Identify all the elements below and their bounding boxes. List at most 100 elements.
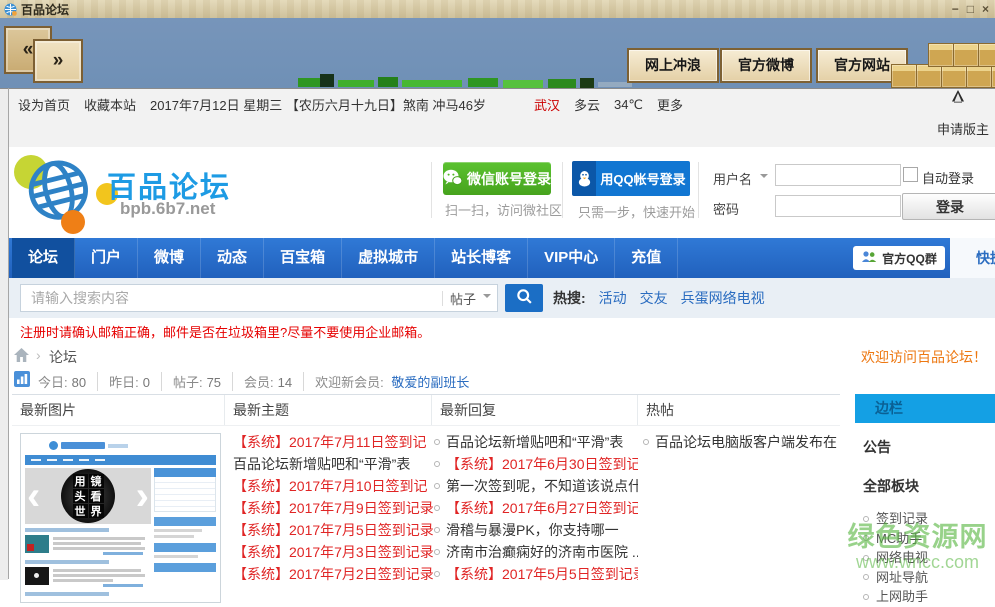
column-header-latest-images: 最新图片 [12, 395, 225, 425]
search-scope-dropdown[interactable]: 帖子 [442, 285, 491, 311]
site-header: 百品论坛 bpb.6b7.net 微信账号登录 扫一扫，访问微社区 用QQ帐号登… [8, 147, 995, 235]
nav-tab[interactable]: 百宝箱 [264, 238, 342, 278]
latest-image-thumbnail[interactable]: ‹› 用镜头看世界 [20, 433, 221, 603]
quick-nav-button[interactable]: 快捷导航 [950, 238, 995, 278]
city-link[interactable]: 武汉 [534, 95, 560, 114]
sidebar-toggle[interactable]: 边栏 [855, 394, 995, 423]
hot-search-links: 活动交友兵蛋网络电视 [599, 288, 765, 308]
breadcrumb-forum-link[interactable]: 论坛 [49, 347, 77, 367]
sidebar-link[interactable]: 网络电视 [863, 548, 995, 568]
window-title: 百品论坛 [21, 1, 69, 18]
maximize-button[interactable]: □ [967, 0, 974, 18]
nav-tab[interactable]: 动态 [201, 238, 264, 278]
thread-link[interactable]: 【系统】2017年7月5日签到记录 [233, 519, 433, 541]
qq-group-button[interactable]: 官方QQ群 [853, 246, 945, 270]
nav-tab[interactable]: 论坛 [12, 238, 75, 278]
chevron-down-icon [483, 294, 491, 302]
apply-moderator-link[interactable]: 申请版主 [937, 119, 989, 138]
close-button[interactable]: × [982, 0, 989, 18]
search-button[interactable] [505, 284, 543, 312]
home-icon[interactable] [14, 348, 29, 367]
hot-search-link[interactable]: 交友 [640, 288, 668, 308]
main-navbar: 论坛门户微博动态百宝箱虚拟城市站长博客VIP中心充值 官方QQ群 快捷导航 [8, 238, 995, 278]
breadcrumb-separator: › [36, 347, 41, 363]
column-header-hot-posts: 热帖 [638, 395, 840, 425]
sidebar-link[interactable]: 上网助手 [863, 587, 995, 607]
nav-tab[interactable]: 虚拟城市 [342, 238, 435, 278]
nav-tab[interactable]: VIP中心 [528, 238, 615, 278]
wechat-icon [443, 169, 462, 189]
search-input[interactable] [21, 285, 431, 311]
stats-row: 今日:80 昨日:0 帖子:75 会员:14 欢迎新会员: 敬爱的副班长 [8, 368, 995, 392]
thread-link[interactable]: 百品论坛新增贴吧和“平滑”表 [233, 453, 433, 475]
thread-link[interactable]: 【系统】2017年7月2日签到记录 [233, 563, 433, 585]
username-dropdown-icon[interactable] [760, 174, 768, 182]
globe-icon [21, 152, 97, 232]
wechat-login-button[interactable]: 微信账号登录 [443, 162, 551, 195]
column-header-latest-replies: 最新回复 [432, 395, 638, 425]
reply-link[interactable]: 滑稽与暴漫PK，你支持哪一 [434, 519, 638, 541]
hot-search-link[interactable]: 活动 [599, 288, 627, 308]
reply-link[interactable]: 【系统】2017年6月27日签到记 [434, 497, 638, 519]
column-header-latest-threads: 最新主题 [225, 395, 432, 425]
thread-link[interactable]: 【系统】2017年7月9日签到记录 [233, 497, 433, 519]
hot-search-label: 热搜: [553, 288, 586, 308]
bullet-icon [863, 555, 869, 561]
logo-circle-orange [61, 210, 85, 234]
weather-text: 多云 [574, 95, 600, 114]
bullet-icon [434, 505, 440, 511]
search-box: 帖子 [20, 284, 498, 312]
reply-link[interactable]: 百品论坛新增贴吧和“平滑”表 [434, 431, 638, 453]
qq-caption: 只需一步，快速开始 [578, 202, 695, 221]
qq-group-label: 官方QQ群 [882, 250, 937, 267]
bookmark-link[interactable]: 收藏本站 [84, 95, 136, 114]
reply-link[interactable]: 济南市治癫痫好的济南市医院 ... [434, 541, 638, 563]
green-pixel-decoration [298, 74, 648, 88]
qq-login-button[interactable]: 用QQ帐号登录 [572, 161, 690, 196]
wechat-login-label: 微信账号登录 [467, 169, 551, 189]
hot-search-link[interactable]: 兵蛋网络电视 [681, 288, 765, 308]
page-left-margin [0, 88, 8, 580]
nav-tab[interactable]: 门户 [75, 238, 138, 278]
bullet-icon [863, 516, 869, 522]
banner-button[interactable]: 网上冲浪 [627, 48, 719, 83]
forward-button[interactable]: » [33, 39, 83, 83]
thumb-banner: ‹› 用镜头看世界 [25, 468, 151, 524]
nav-tab[interactable]: 充值 [615, 238, 678, 278]
temperature-text: 34℃ [614, 97, 643, 113]
sidebar-link[interactable]: 签到记录 [863, 509, 995, 529]
penguin-icon [951, 90, 965, 106]
bullet-icon [643, 439, 649, 445]
thread-link[interactable]: 【系统】2017年7月11日签到记 [233, 431, 433, 453]
reply-link[interactable]: 【系统】2017年6月30日签到记 [434, 453, 638, 475]
welcome-message: 欢迎访问百品论坛！ [861, 347, 987, 367]
newest-member-link[interactable]: 敬爱的副班长 [391, 375, 469, 390]
thread-link[interactable]: 【系统】2017年7月10日签到记 [233, 475, 433, 497]
banner-button[interactable]: 官方微博 [720, 48, 812, 83]
divider [698, 162, 699, 218]
username-label: 用户名 [713, 169, 752, 188]
password-label: 密码 [713, 199, 739, 218]
date-text: 2017年7月12日 星期三 【农历六月十九日】煞南 冲马46岁 [150, 95, 486, 114]
hot-post-link[interactable]: 百品论坛电脑版客户端发布在 [643, 431, 839, 453]
site-url: bpb.6b7.net [120, 199, 215, 219]
nav-tab[interactable]: 站长博客 [435, 238, 528, 278]
minimize-button[interactable]: − [952, 0, 959, 18]
more-link[interactable]: 更多 [657, 95, 683, 114]
reply-link[interactable]: 【系统】2017年5月5日签到记录 [434, 563, 638, 585]
sidebar-link[interactable]: 网址导航 [863, 568, 995, 588]
password-field[interactable] [775, 195, 901, 217]
camera-lens-graphic: 用镜头看世界 [61, 469, 115, 523]
thread-link[interactable]: 【系统】2017年7月3日签到记录 [233, 541, 433, 563]
set-home-link[interactable]: 设为首页 [18, 95, 70, 114]
sidebar-link[interactable]: MC助手 [863, 529, 995, 549]
login-button[interactable]: 登录 [902, 193, 995, 220]
bar-chart-icon [14, 371, 30, 392]
nav-tab[interactable]: 微博 [138, 238, 201, 278]
reply-link[interactable]: 第一次签到呢，不知道该说点什 [434, 475, 638, 497]
auto-login-checkbox[interactable] [903, 167, 918, 182]
username-field[interactable] [775, 164, 901, 186]
search-scope-label: 帖子 [450, 289, 476, 308]
bullet-icon [434, 571, 440, 577]
sidebar-boards-heading: 全部板块 [863, 476, 995, 496]
